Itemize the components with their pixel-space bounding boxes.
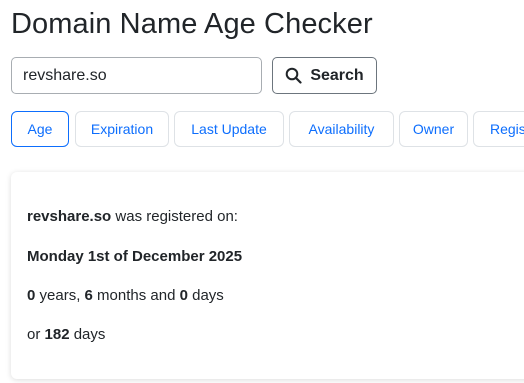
days-value: 0 <box>179 287 188 304</box>
registration-date: Monday 1st of December 2025 <box>27 248 243 265</box>
total-days-label: days <box>69 326 106 343</box>
or-label: or <box>27 326 45 343</box>
domain-search-input[interactable] <box>11 57 262 94</box>
days-label: days <box>187 287 224 304</box>
page: Domain Name Age Checker Search Age Expir… <box>0 0 524 383</box>
registered-line: revshare.so was registered on: <box>27 208 238 225</box>
years-label: years, <box>35 287 85 304</box>
tab-owner[interactable]: Owner <box>399 111 468 147</box>
result-domain: revshare.so <box>27 208 112 225</box>
search-button-label: Search <box>310 66 364 84</box>
tab-age[interactable]: Age <box>11 111 69 147</box>
months-value: 6 <box>84 287 93 304</box>
tab-availability[interactable]: Availability <box>289 111 394 147</box>
age-breakdown: 0 years, 6 months and 0 days <box>27 287 224 304</box>
search-button[interactable]: Search <box>272 57 377 94</box>
search-icon <box>285 67 302 84</box>
tab-expiration[interactable]: Expiration <box>75 111 169 147</box>
total-days-line: or 182 days <box>27 326 105 343</box>
tab-last-update[interactable]: Last Update <box>174 111 284 147</box>
result-card: revshare.so was registered on: Monday 1s… <box>11 172 524 379</box>
registered-text: was registered on: <box>111 208 238 225</box>
tab-registrar[interactable]: Regis <box>473 111 524 147</box>
months-label: months and <box>92 287 180 304</box>
total-days-value: 182 <box>44 326 70 343</box>
page-title: Domain Name Age Checker <box>11 8 373 40</box>
